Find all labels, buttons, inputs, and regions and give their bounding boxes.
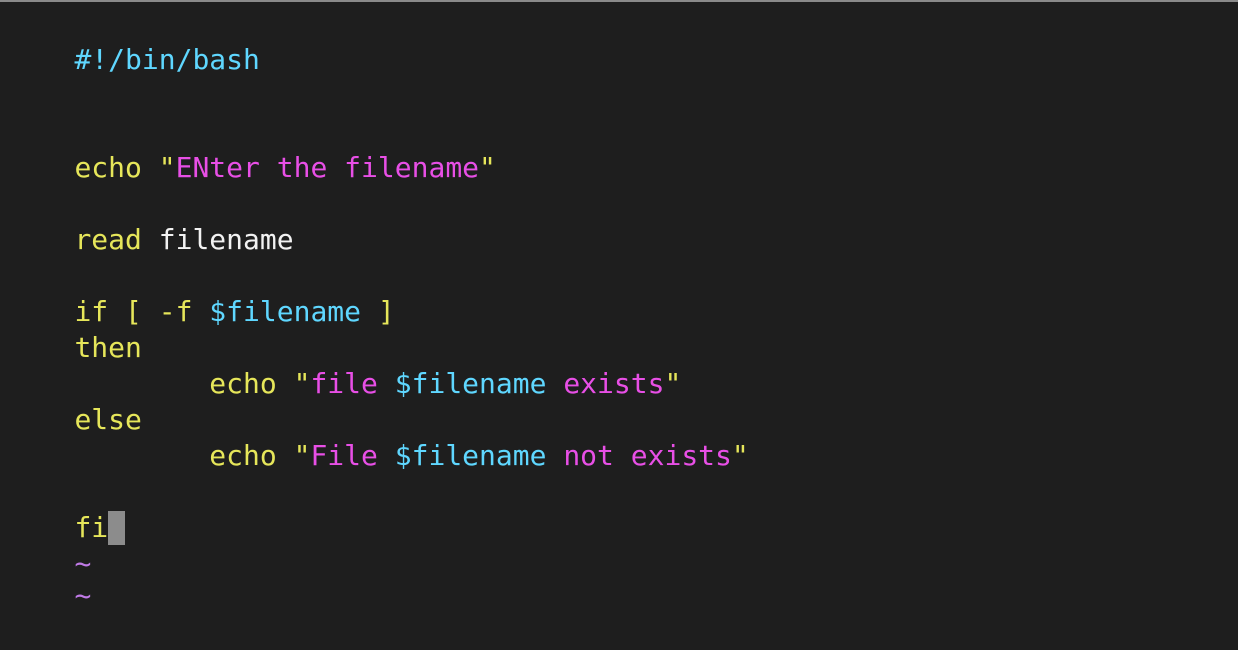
code-line-fi[interactable]: fi xyxy=(7,474,126,545)
string-token: ENter the filename xyxy=(175,151,480,184)
variable-token: $filename xyxy=(209,295,362,328)
read-keyword: read xyxy=(74,223,142,256)
quote-token: " xyxy=(293,439,311,472)
shebang-token: #!/bin/bash xyxy=(74,43,260,76)
tilde-marker: ~ xyxy=(74,579,92,612)
quote-token: " xyxy=(479,151,496,184)
text-cursor xyxy=(108,511,126,545)
vim-editor[interactable]: #!/bin/bash echo "ENter the filename" re… xyxy=(0,2,1238,612)
code-line-shebang[interactable]: #!/bin/bash xyxy=(7,6,259,76)
code-line-echo-not-exists[interactable]: echo "File $filename not exists" xyxy=(7,402,748,472)
quote-token: " xyxy=(664,367,682,400)
quote-token: " xyxy=(158,151,176,184)
quote-token: " xyxy=(731,439,749,472)
empty-line-tilde: ~ xyxy=(7,510,91,580)
echo-keyword: echo xyxy=(74,439,277,472)
plain-token: filename xyxy=(141,223,294,256)
string-token: exists xyxy=(546,367,665,400)
code-line-read[interactable]: read filename xyxy=(7,186,293,256)
string-token: not exists xyxy=(546,439,732,472)
variable-token: $filename xyxy=(394,439,547,472)
variable-token: $filename xyxy=(394,367,547,400)
quote-token: " xyxy=(293,367,311,400)
empty-line-tilde: ~ xyxy=(7,542,91,612)
code-line-echo-exists[interactable]: echo "file $filename exists" xyxy=(7,330,681,400)
code-line-echo-prompt[interactable]: echo "ENter the filename" xyxy=(7,114,495,184)
code-line-else[interactable]: else xyxy=(7,366,141,436)
code-line-if[interactable]: if [ -f $filename ] xyxy=(7,258,394,328)
string-token: file xyxy=(310,367,395,400)
bracket-token: ] xyxy=(361,295,395,328)
code-line-then[interactable]: then xyxy=(7,294,141,364)
string-token: File xyxy=(310,439,395,472)
echo-keyword: echo xyxy=(74,151,142,184)
